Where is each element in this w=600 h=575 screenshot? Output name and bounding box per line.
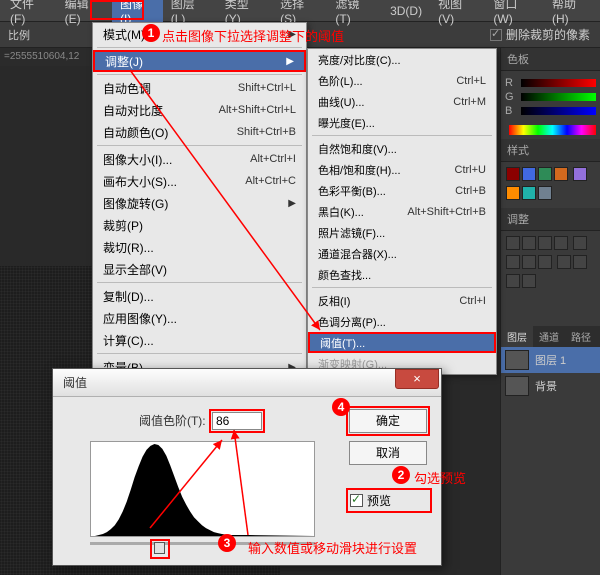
annotation-number-1: 1 (142, 24, 160, 42)
annotation-number-2: 2 (392, 466, 410, 484)
annotation-number-3: 3 (218, 534, 236, 552)
submenu-posterize[interactable]: 色调分离(P)... (308, 311, 496, 332)
menu-auto-contrast[interactable]: 自动对比度Alt+Shift+Ctrl+L (93, 99, 306, 121)
chevron-right-icon: ▶ (286, 56, 294, 67)
adjust-panel-header[interactable]: 调整 (501, 208, 600, 231)
submenu-photo-filter[interactable]: 照片滤镜(F)... (308, 222, 496, 243)
layer-row-1[interactable]: 图层 1 (501, 347, 600, 373)
adjust-submenu: 亮度/对比度(C)... 色阶(L)...Ctrl+L 曲线(U)...Ctrl… (307, 48, 497, 375)
tab-channels[interactable]: 通道 (533, 326, 565, 347)
submenu-levels[interactable]: 色阶(L)...Ctrl+L (308, 70, 496, 91)
preview-checkbox[interactable] (350, 494, 363, 507)
cancel-button[interactable]: 取消 (349, 441, 427, 465)
delete-cropped-checkbox[interactable] (490, 29, 502, 41)
threshold-level-label: 阈值色阶(T): (139, 414, 206, 428)
chevron-right-icon: ▶ (288, 198, 296, 209)
dialog-titlebar[interactable]: 阈值 × (53, 369, 441, 397)
delete-cropped-label: 删除裁剪的像素 (506, 26, 590, 43)
tab-paths[interactable]: 路径 (565, 326, 597, 347)
threshold-slider[interactable] (90, 542, 315, 558)
submenu-color-balance[interactable]: 色彩平衡(B)...Ctrl+B (308, 180, 496, 201)
submenu-exposure[interactable]: 曝光度(E)... (308, 112, 496, 133)
annotation-box-menu (90, 0, 144, 20)
close-button[interactable]: × (395, 369, 439, 389)
menu-window[interactable]: 窗口(W) (485, 0, 544, 29)
menu-auto-color[interactable]: 自动颜色(O)Shift+Ctrl+B (93, 121, 306, 143)
annotation-number-4: 4 (332, 398, 350, 416)
threshold-input[interactable] (212, 412, 262, 430)
image-dropdown: 模式(M)▶ 调整(J)▶ 自动色调Shift+Ctrl+L 自动对比度Alt+… (92, 22, 307, 401)
menu-adjust[interactable]: 调整(J)▶ (93, 50, 306, 72)
layer-row-bg[interactable]: 背景 (501, 373, 600, 399)
menu-auto-tone[interactable]: 自动色调Shift+Ctrl+L (93, 77, 306, 99)
submenu-invert[interactable]: 反相(I)Ctrl+I (308, 290, 496, 311)
menu-calculations[interactable]: 计算(C)... (93, 329, 306, 351)
submenu-color-lookup[interactable]: 颜色查找... (308, 264, 496, 285)
menu-reveal-all[interactable]: 显示全部(V) (93, 258, 306, 280)
menu-trim[interactable]: 裁切(R)... (93, 236, 306, 258)
ratio-label: 比例 (8, 27, 30, 43)
submenu-curves[interactable]: 曲线(U)...Ctrl+M (308, 91, 496, 112)
menu-canvas-size[interactable]: 画布大小(S)...Alt+Ctrl+C (93, 170, 306, 192)
threshold-dialog: 阈值 × 阈值色阶(T): 确定 取消 预览 (52, 368, 442, 566)
menu-view[interactable]: 视图(V) (430, 0, 485, 29)
submenu-brightness[interactable]: 亮度/对比度(C)... (308, 49, 496, 70)
submenu-vibrance[interactable]: 自然饱和度(V)... (308, 138, 496, 159)
menu-3d[interactable]: 3D(D) (382, 1, 430, 21)
menu-crop[interactable]: 裁剪(P) (93, 214, 306, 236)
menu-image-rotation[interactable]: 图像旋转(G)▶ (93, 192, 306, 214)
histogram (90, 441, 315, 537)
menu-help[interactable]: 帮助(H) (544, 0, 600, 29)
submenu-hue-sat[interactable]: 色相/饱和度(H)...Ctrl+U (308, 159, 496, 180)
color-panel-header[interactable]: 色板 (501, 48, 600, 71)
menu-mode[interactable]: 模式(M)▶ (93, 23, 306, 45)
right-panels: 色板 R G B 样式 调整 图层 通道 路径 图层 1 背景 (500, 48, 600, 575)
preview-row[interactable]: 预览 (349, 491, 429, 510)
style-panel-header[interactable]: 样式 (501, 139, 600, 162)
chevron-right-icon: ▶ (288, 29, 296, 40)
submenu-channel-mixer[interactable]: 通道混合器(X)... (308, 243, 496, 264)
tab-layers[interactable]: 图层 (501, 326, 533, 347)
ok-button[interactable]: 确定 (349, 409, 427, 433)
submenu-threshold[interactable]: 阈值(T)... (308, 332, 496, 353)
preview-label: 预览 (367, 492, 391, 509)
submenu-black-white[interactable]: 黑白(K)...Alt+Shift+Ctrl+B (308, 201, 496, 222)
menu-apply-image[interactable]: 应用图像(Y)... (93, 307, 306, 329)
menu-file[interactable]: 文件(F) (2, 0, 57, 29)
menu-duplicate[interactable]: 复制(D)... (93, 285, 306, 307)
menu-filter[interactable]: 滤镜(T) (327, 0, 382, 29)
dialog-title: 阈值 (63, 374, 87, 391)
menu-image-size[interactable]: 图像大小(I)...Alt+Ctrl+I (93, 148, 306, 170)
